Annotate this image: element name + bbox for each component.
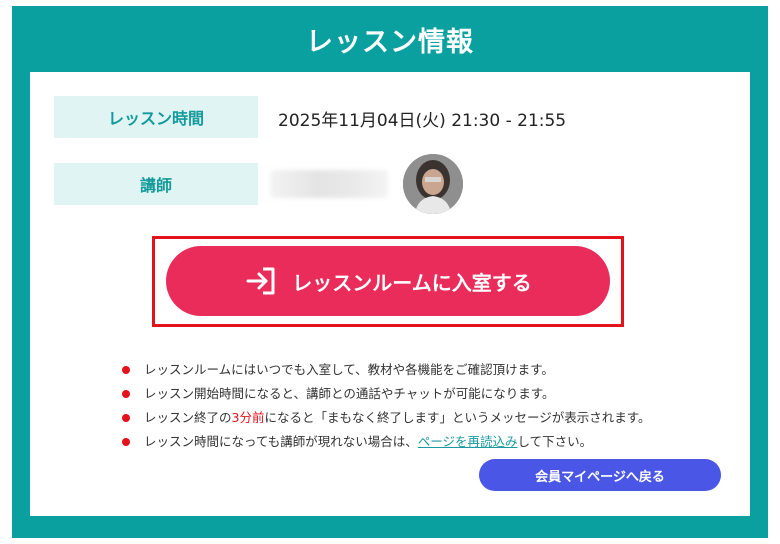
note-item: レッスン開始時間になると、講師との通話やチャットが可能になります。 [122,386,742,410]
lesson-info-panel: レッスン時間 2025年11月04日(火) 21:30 - 21:55 講師 レ… [30,72,750,516]
note-item: レッスン時間になっても講師が現れない場合は、ページを再読込みして下さい。 [122,434,742,458]
lesson-time-value: 2025年11月04日(火) 21:30 - 21:55 [278,111,567,131]
note-text: レッスンルームにはいつでも入室して、教材や各機能をご確認頂けます。 [144,362,554,377]
sign-in-icon [244,266,278,296]
note-text: して下さい。 [517,434,593,449]
notes-list: レッスンルームにはいつでも入室して、教材や各機能をご確認頂けます。 レッスン開始… [122,362,742,458]
bullet-icon [122,438,130,446]
bullet-icon [122,366,130,374]
page-title: レッスン情報 [306,26,474,58]
back-to-mypage-button[interactable]: 会員マイページへ戻る [479,459,721,491]
enter-lesson-room-button[interactable]: レッスンルームに入室する [166,246,610,316]
note-highlight: 3分前 [231,410,265,425]
note-text: レッスン時間になっても講師が現れない場合は、 [144,434,418,449]
enter-lesson-room-label: レッスンルームに入室する [292,270,532,295]
lesson-time-label: レッスン時間 [54,96,258,138]
bullet-icon [122,390,130,398]
teacher-name-redacted [270,170,388,198]
note-item: レッスン終了の3分前になると「まもなく終了します」というメッセージが表示されます… [122,410,742,434]
teacher-label: 講師 [54,163,258,205]
note-text: レッスン終了の [144,410,232,425]
teacher-avatar [403,154,463,214]
bullet-icon [122,414,130,422]
note-text: になると「まもなく終了します」というメッセージが表示されます。 [264,410,651,425]
note-text: レッスン開始時間になると、講師との通話やチャットが可能になります。 [144,386,555,401]
lesson-info-frame: レッスン情報 レッスン時間 2025年11月04日(火) 21:30 - 21:… [12,6,768,538]
note-item: レッスンルームにはいつでも入室して、教材や各機能をご確認頂けます。 [122,362,742,386]
reload-page-link[interactable]: ページを再読込み [418,434,518,449]
